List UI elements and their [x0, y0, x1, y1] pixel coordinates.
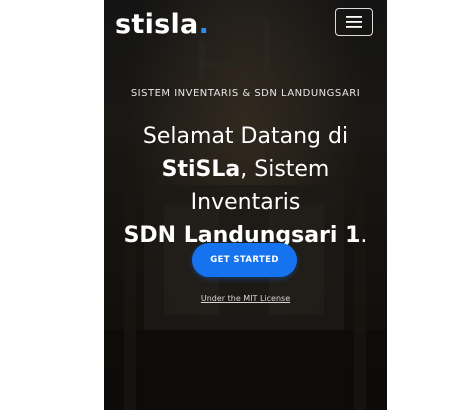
get-started-button[interactable]: GET STARTED — [192, 243, 297, 277]
hero-title: Selamat Datang di StiSLa, Sistem Inventa… — [104, 120, 387, 252]
brand-dot: . — [198, 9, 210, 40]
hero-title-line1: Selamat Datang di — [142, 124, 349, 149]
hero-subtitle: SISTEM INVENTARIS & SDN LANDUNGSARI — [130, 88, 361, 99]
hero-title-brand: StiSLa — [161, 157, 241, 182]
menu-toggle-button[interactable] — [335, 8, 373, 36]
hamburger-menu-icon — [346, 16, 362, 28]
hero-title-line2: StiSLa, Sistem Inventaris — [104, 153, 387, 219]
brand-text: stisla — [115, 9, 199, 40]
hero-section: stisla. SISTEM INVENTARIS & SDN LANDUNGS… — [104, 0, 387, 410]
brand-logo[interactable]: stisla. — [115, 9, 209, 40]
license-link[interactable]: Under the MIT License — [104, 294, 387, 303]
hero-title-end: . — [360, 223, 368, 248]
